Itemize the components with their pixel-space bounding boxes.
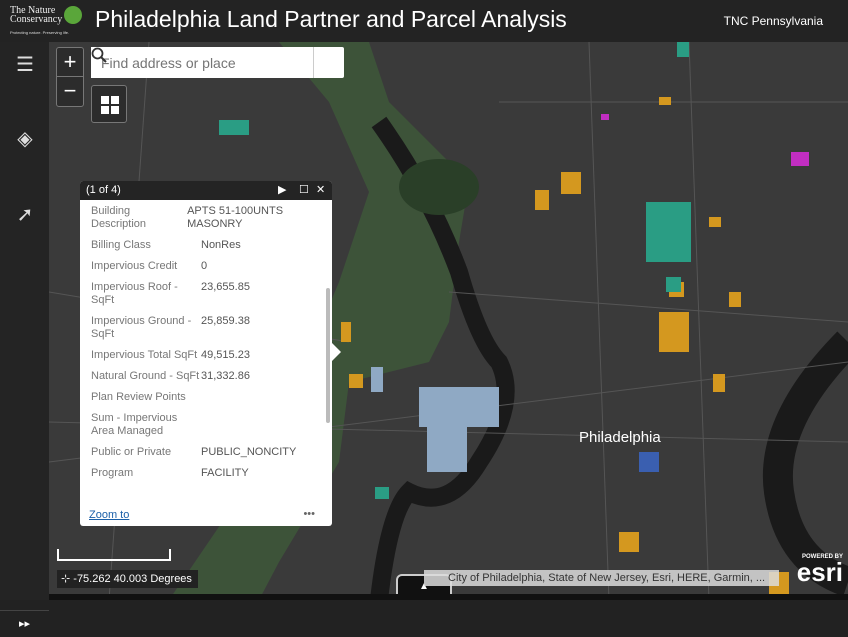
popup-field-row: Impervious Credit 0 xyxy=(91,260,322,273)
field-label: Plan Review Points xyxy=(91,391,186,403)
scale-bar xyxy=(57,549,171,561)
popup-body: Building Description APTS 51-100UNTS MASO… xyxy=(80,200,332,505)
next-feature-icon[interactable]: ▶ xyxy=(278,181,286,200)
zoom-control: + − xyxy=(56,47,84,107)
popup-counter: (1 of 4) xyxy=(86,184,121,196)
coordinate-readout[interactable]: ⊹ -75.262 40.003 Degrees xyxy=(57,570,198,588)
search-button[interactable] xyxy=(91,47,344,78)
app-header: The Nature Conservancy Protecting nature.… xyxy=(0,0,848,42)
org-name: TNC Pennsylvania xyxy=(723,14,823,28)
popup-field-row: Impervious Roof - SqFt 23,655.85 xyxy=(91,281,322,307)
field-label: Impervious Credit xyxy=(91,260,178,272)
bottom-bar xyxy=(49,594,848,600)
field-label: Building Description xyxy=(91,205,147,230)
search-widget xyxy=(91,47,344,78)
popup-field-row: Building Description APTS 51-100UNTS MASO… xyxy=(91,205,322,231)
field-value: PUBLIC_NONCITY xyxy=(201,446,297,458)
esri-logo: POWERED BY esri xyxy=(796,554,843,587)
zoom-in-button[interactable]: + xyxy=(57,48,83,77)
field-value: 0 xyxy=(201,260,208,272)
field-label: Program xyxy=(91,467,134,479)
field-value: APTS 51-100UNTS MASONRY xyxy=(187,205,284,230)
maximize-icon[interactable]: ☐ xyxy=(299,181,309,200)
field-label: Sum - Impervious Area Managed xyxy=(91,412,178,437)
field-value: 31,332.86 xyxy=(201,370,250,382)
field-label: Impervious Total SqFt xyxy=(91,349,198,361)
popup-scrollbar[interactable] xyxy=(326,288,330,423)
close-icon[interactable]: ✕ xyxy=(316,181,325,200)
popup-field-row: Billing Class NonRes xyxy=(91,239,322,252)
popup-field-row: Impervious Total SqFt 49,515.23 xyxy=(91,349,322,362)
city-label: Philadelphia xyxy=(579,429,661,446)
zoom-out-button[interactable]: − xyxy=(57,77,83,106)
popup-header: (1 of 4) ▶ ☐ ✕ xyxy=(80,181,332,200)
expand-sidebar-button[interactable]: ▸▸ xyxy=(0,610,49,636)
popup-field-row: Plan Review Points xyxy=(91,391,322,404)
map-view[interactable]: + − Philadelphia (1 of 4) ▶ ☐ ✕ Building… xyxy=(49,42,848,600)
zoom-to-link[interactable]: Zoom to xyxy=(89,509,129,521)
select-tool-icon[interactable]: ➚ xyxy=(12,202,38,228)
popup-field-row: Program FACILITY xyxy=(91,467,322,480)
field-label: Billing Class xyxy=(91,239,151,251)
popup-field-row: Public or Private PUBLIC_NONCITY xyxy=(91,446,322,459)
legend-list-icon[interactable]: ☰ xyxy=(12,52,38,78)
field-value: 25,859.38 xyxy=(201,315,250,327)
field-label: Public or Private xyxy=(91,446,172,458)
popup-field-row: Impervious Ground - SqFt 25,859.38 xyxy=(91,315,322,341)
field-label: Impervious Roof - SqFt xyxy=(91,281,178,306)
field-value: NonRes xyxy=(201,239,241,251)
globe-icon xyxy=(64,6,82,24)
popup-pointer xyxy=(332,343,341,361)
tnc-logo[interactable]: The Nature Conservancy Protecting nature.… xyxy=(8,4,88,38)
field-value: FACILITY xyxy=(201,467,249,479)
field-value: 23,655.85 xyxy=(201,281,250,293)
app-title: Philadelphia Land Partner and Parcel Ana… xyxy=(95,6,567,32)
crosshair-icon: ⊹ xyxy=(61,573,74,585)
sidebar: ☰ ◈ ➚ ▸▸ xyxy=(0,42,49,630)
popup-field-row: Sum - Impervious Area Managed xyxy=(91,412,322,438)
feature-popup: (1 of 4) ▶ ☐ ✕ Building Description APTS … xyxy=(80,181,332,526)
search-input[interactable] xyxy=(91,47,313,78)
search-icon xyxy=(91,47,107,63)
coordinate-text: -75.262 40.003 Degrees xyxy=(73,573,192,585)
field-label: Natural Ground - SqFt xyxy=(91,370,200,382)
basemap-gallery-button[interactable] xyxy=(91,85,127,123)
popup-field-row: Natural Ground - SqFt 31,332.86 xyxy=(91,370,322,383)
more-actions-button[interactable]: ••• xyxy=(303,508,315,520)
field-value: 49,515.23 xyxy=(201,349,250,361)
layers-icon[interactable]: ◈ xyxy=(12,126,38,152)
field-label: Impervious Ground - SqFt xyxy=(91,315,192,340)
attribution: City of Philadelphia, State of New Jerse… xyxy=(424,570,779,586)
